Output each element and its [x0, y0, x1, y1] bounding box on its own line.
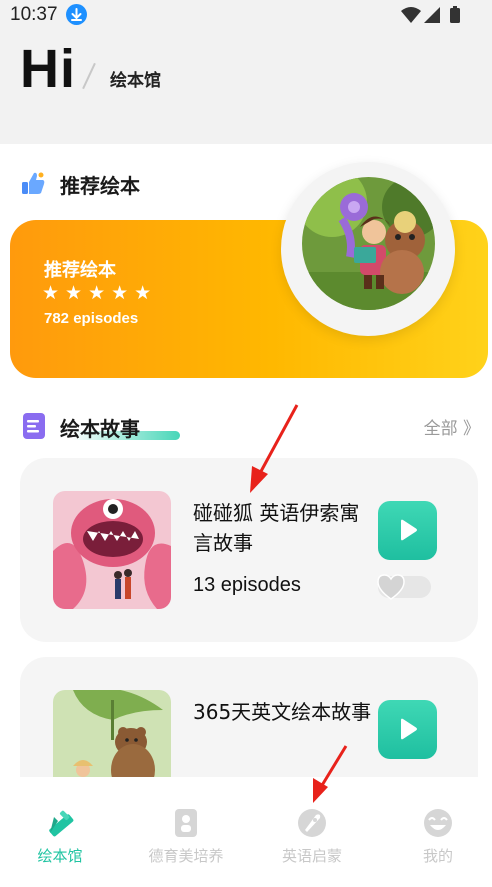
- recommended-episodes: 782 episodes: [44, 310, 139, 327]
- play-button[interactable]: [378, 501, 437, 560]
- recommended-section-title: 推荐绘本: [60, 174, 140, 198]
- stories-section-title: 绘本故事: [60, 417, 140, 441]
- book-cover: [53, 491, 171, 609]
- play-icon: [401, 718, 417, 740]
- rating-stars: ★★★★★: [42, 282, 158, 304]
- signal-icon: [424, 7, 440, 23]
- nav-item-picture-books[interactable]: 绘本馆: [5, 807, 115, 867]
- book-card[interactable]: 碰碰狐 英语伊索寓言故事 13 episodes: [20, 458, 478, 642]
- thumbs-up-icon: [20, 170, 46, 196]
- book-episodes: 13 episodes: [193, 574, 301, 596]
- see-all-link[interactable]: 全部 》: [424, 414, 480, 439]
- book-list-icon: [22, 412, 46, 440]
- greeting-title: Hi: [20, 39, 76, 99]
- recommended-card-title: 推荐绘本: [44, 260, 116, 281]
- favorite-toggle[interactable]: [377, 574, 431, 600]
- nav-label: 我的: [422, 847, 453, 865]
- nav-label: 英语启蒙: [281, 847, 342, 865]
- battery-icon: [450, 8, 460, 23]
- download-icon: [66, 4, 87, 25]
- play-icon: [401, 519, 417, 541]
- recommended-cover[interactable]: [281, 162, 455, 336]
- heart-icon: [377, 574, 405, 600]
- cover-illustration: [302, 177, 435, 310]
- status-icons: [400, 5, 464, 25]
- book-title: 365天英文绘本故事: [193, 700, 372, 724]
- smiley-icon: [424, 809, 452, 837]
- nav-label: 德育美培养: [148, 847, 224, 865]
- nav-item-mine[interactable]: 我的: [383, 807, 492, 867]
- status-bar: 10:37: [0, 0, 492, 32]
- play-button[interactable]: [378, 700, 437, 759]
- wifi-icon: [401, 7, 421, 23]
- nav-item-moral-education[interactable]: 德育美培养: [131, 807, 241, 867]
- book-title: 碰碰狐 英语伊索寓言故事: [193, 501, 360, 555]
- page-subtitle: 绘本馆: [110, 71, 161, 91]
- rocket-icon: [298, 809, 326, 837]
- book-icon: [175, 809, 197, 837]
- status-time: 10:37: [10, 4, 58, 25]
- nav-label: 绘本馆: [37, 847, 83, 865]
- nav-item-english-start[interactable]: 英语启蒙: [257, 807, 367, 867]
- pencil-ruler-icon: [49, 810, 74, 837]
- bottom-navigation: 绘本馆 德育美培养 英语启蒙 我的: [0, 777, 492, 887]
- stories-header: 绘本故事 全部 》: [20, 410, 480, 444]
